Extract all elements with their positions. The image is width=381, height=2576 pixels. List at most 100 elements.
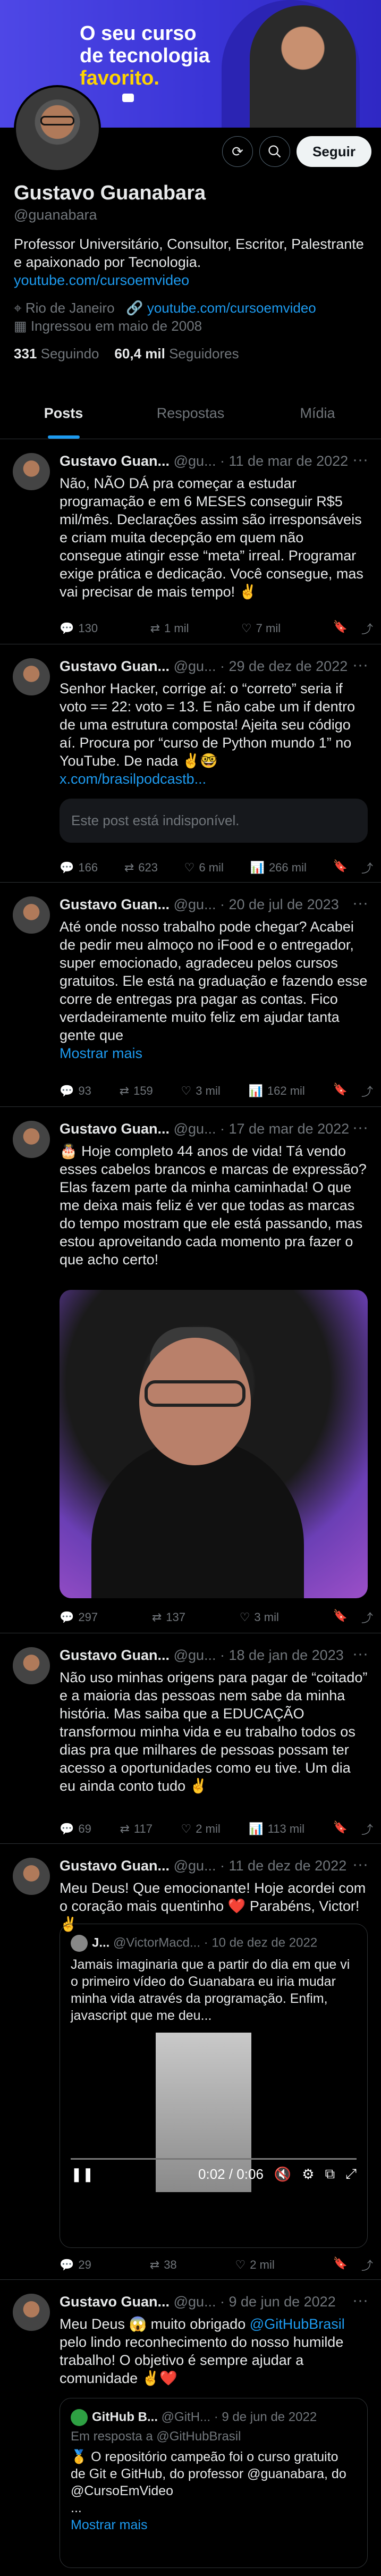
avatar[interactable] (13, 1647, 50, 1684)
avatar[interactable] (13, 1121, 50, 1158)
avatar (71, 1935, 88, 1952)
more-icon[interactable]: ··· (352, 2292, 368, 2310)
bookmark-icon[interactable]: 🔖 (333, 1083, 348, 1100)
tweet[interactable]: Gustavo Guan... @gu... · 29 de dez de 20… (0, 644, 381, 883)
bookmark-icon[interactable]: 🔖 (333, 1609, 348, 1626)
retweet-icon: ⇄ (150, 622, 160, 635)
more-icon[interactable]: ··· (352, 656, 368, 674)
reply-button[interactable]: 💬 130 (60, 622, 98, 635)
fullscreen-icon[interactable]: ⤢ (345, 2166, 357, 2183)
reply-icon: 💬 (60, 861, 74, 874)
show-more-link[interactable]: Mostrar mais (60, 1045, 142, 1061)
tweet-link[interactable]: x.com/brasilpodcastb... (60, 771, 206, 787)
retweet-button[interactable]: ⇄ 623 (124, 861, 158, 875)
reply-button[interactable]: 💬 29 (60, 2258, 91, 2272)
banner-photo (250, 5, 356, 128)
tweet-header: Gustavo Guan... @gu... · 20 de jul de 20… (60, 896, 339, 912)
views-button[interactable]: 📊 113 mil (249, 1822, 304, 1836)
heart-icon: ♡ (184, 861, 195, 874)
follow-button[interactable]: Seguir (297, 136, 371, 167)
tweet-header: Gustavo Guan... @gu... · 29 de dez de 20… (60, 658, 348, 674)
avatar[interactable] (13, 658, 50, 695)
reply-button[interactable]: 💬 297 (60, 1610, 98, 1624)
bookmark-icon[interactable]: 🔖 (333, 620, 348, 637)
reply-icon: 💬 (60, 622, 74, 635)
location-icon: ⌖ (14, 300, 22, 316)
bio-link[interactable]: youtube.com/cursoemvideo (14, 272, 189, 288)
like-button[interactable]: ♡ 2 mil (235, 2258, 275, 2272)
more-icon[interactable]: ··· (352, 1119, 368, 1137)
mention-link[interactable]: @GitHubBrasil (250, 2316, 345, 2332)
views-icon: 📊 (248, 1084, 263, 1097)
replying-to: Em resposta a @GitHubBrasil (71, 2429, 241, 2444)
website-link[interactable]: youtube.com/cursoemvideo (147, 300, 316, 316)
retweet-button[interactable]: ⇄ 137 (152, 1610, 185, 1624)
profile-name: Gustavo Guanabara (14, 182, 206, 204)
views-button[interactable]: 📊 162 mil (248, 1084, 304, 1098)
pause-icon[interactable]: ❚❚ (71, 2166, 94, 2183)
tweet[interactable]: Gustavo Guan... @gu... · 20 de jul de 20… (0, 883, 381, 1107)
reply-button[interactable]: 💬 93 (60, 1084, 91, 1098)
like-button[interactable]: ♡ 6 mil (184, 861, 224, 875)
share-icon[interactable]: ⤴ (361, 1083, 373, 1100)
tweet-actions: 💬 29 ⇄ 38 ♡ 2 mil 🔖 ⤴ (60, 2256, 373, 2273)
avatar[interactable] (13, 896, 50, 934)
search-button[interactable] (259, 136, 291, 167)
share-icon[interactable]: ⤴ (361, 2256, 373, 2273)
video-player[interactable]: ❚❚ 0:02 / 0:06 🔇 ⚙ ⧉ ⤢ (60, 2033, 367, 2192)
more-icon[interactable]: ··· (352, 451, 368, 469)
profile-info: Gustavo Guanabara @guanabara Professor U… (14, 182, 370, 362)
share-icon[interactable]: ⤴ (361, 859, 373, 876)
profile-avatar[interactable] (14, 85, 101, 172)
like-button[interactable]: ♡ 3 mil (240, 1610, 279, 1624)
retweet-button[interactable]: ⇄ 159 (120, 1084, 153, 1098)
tweet[interactable]: Gustavo Guan... @gu... · 17 de mar de 20… (0, 1107, 381, 1633)
tweet[interactable]: Gustavo Guan... @gu... · 9 de jun de 202… (0, 2280, 381, 2576)
profile-handle: @guanabara (14, 207, 97, 223)
tab-posts[interactable]: Posts (0, 388, 127, 439)
more-icon[interactable]: ··· (352, 1856, 368, 1874)
tab-media[interactable]: Mídia (254, 388, 381, 439)
tab-replies[interactable]: Respostas (127, 388, 254, 439)
share-icon[interactable]: ⤴ (361, 1609, 373, 1626)
retweet-button[interactable]: ⇄ 38 (150, 2258, 177, 2272)
retweet-button[interactable]: ⇄ 117 (120, 1822, 153, 1836)
show-more-link[interactable]: Mostrar mais (71, 2518, 147, 2532)
heart-icon: ♡ (181, 1822, 192, 1835)
like-button[interactable]: ♡ 7 mil (241, 622, 281, 635)
views-button[interactable]: 📊 266 mil (250, 861, 307, 875)
bookmark-icon[interactable]: 🔖 (333, 2256, 348, 2273)
more-icon[interactable]: ··· (352, 894, 368, 912)
quoted-tweet[interactable]: J... @VictorMacd... · 10 de dez de 2022 … (60, 1924, 368, 2248)
following-link[interactable]: 331 Seguindo (14, 346, 99, 362)
tweet-photo[interactable] (60, 1290, 368, 1598)
calendar-icon: ▦ (14, 318, 27, 334)
avatar[interactable] (13, 1858, 50, 1895)
like-button[interactable]: ♡ 2 mil (181, 1822, 221, 1836)
avatar[interactable] (13, 453, 50, 490)
quoted-text: 🥇 O repositório campeão foi o curso grat… (71, 2449, 346, 2532)
reply-button[interactable]: 💬 166 (60, 861, 98, 875)
share-icon[interactable]: ⤴ (361, 620, 373, 637)
like-button[interactable]: ♡ 3 mil (181, 1084, 221, 1098)
reply-button[interactable]: 💬 69 (60, 1822, 91, 1836)
tweet[interactable]: Gustavo Guan... @gu... · 11 de mar de 20… (0, 439, 381, 644)
video-progress-bar[interactable] (71, 2158, 357, 2160)
heart-icon: ♡ (239, 1610, 250, 1624)
tweet[interactable]: Gustavo Guan... @gu... · 11 de dez de 20… (0, 1844, 381, 2280)
more-icon[interactable]: ··· (352, 1645, 368, 1663)
tweet[interactable]: Gustavo Guan... @gu... · 18 de jan de 20… (0, 1633, 381, 1844)
retweet-button[interactable]: ⇄ 1 mil (150, 622, 189, 635)
quoted-header: J... @VictorMacd... · 10 de dez de 2022 (60, 1924, 367, 1952)
quoted-tweet[interactable]: GitHub B... @GitH... · 9 de jun de 2022 … (60, 2398, 368, 2568)
avatar[interactable] (13, 2294, 50, 2331)
popout-icon[interactable]: ⧉ (325, 2166, 335, 2183)
subscribe-button[interactable]: ⟳ (222, 136, 253, 167)
mute-icon[interactable]: 🔇 (274, 2166, 291, 2183)
settings-icon[interactable]: ⚙ (302, 2166, 314, 2183)
share-icon[interactable]: ⤴ (361, 1820, 373, 1837)
followers-link[interactable]: 60,4 mil Seguidores (114, 346, 239, 362)
bookmark-icon[interactable]: 🔖 (333, 859, 348, 876)
bookmark-icon[interactable]: 🔖 (333, 1820, 348, 1837)
quoted-text: Jamais imaginaria que a partir do dia em… (71, 1957, 350, 2023)
